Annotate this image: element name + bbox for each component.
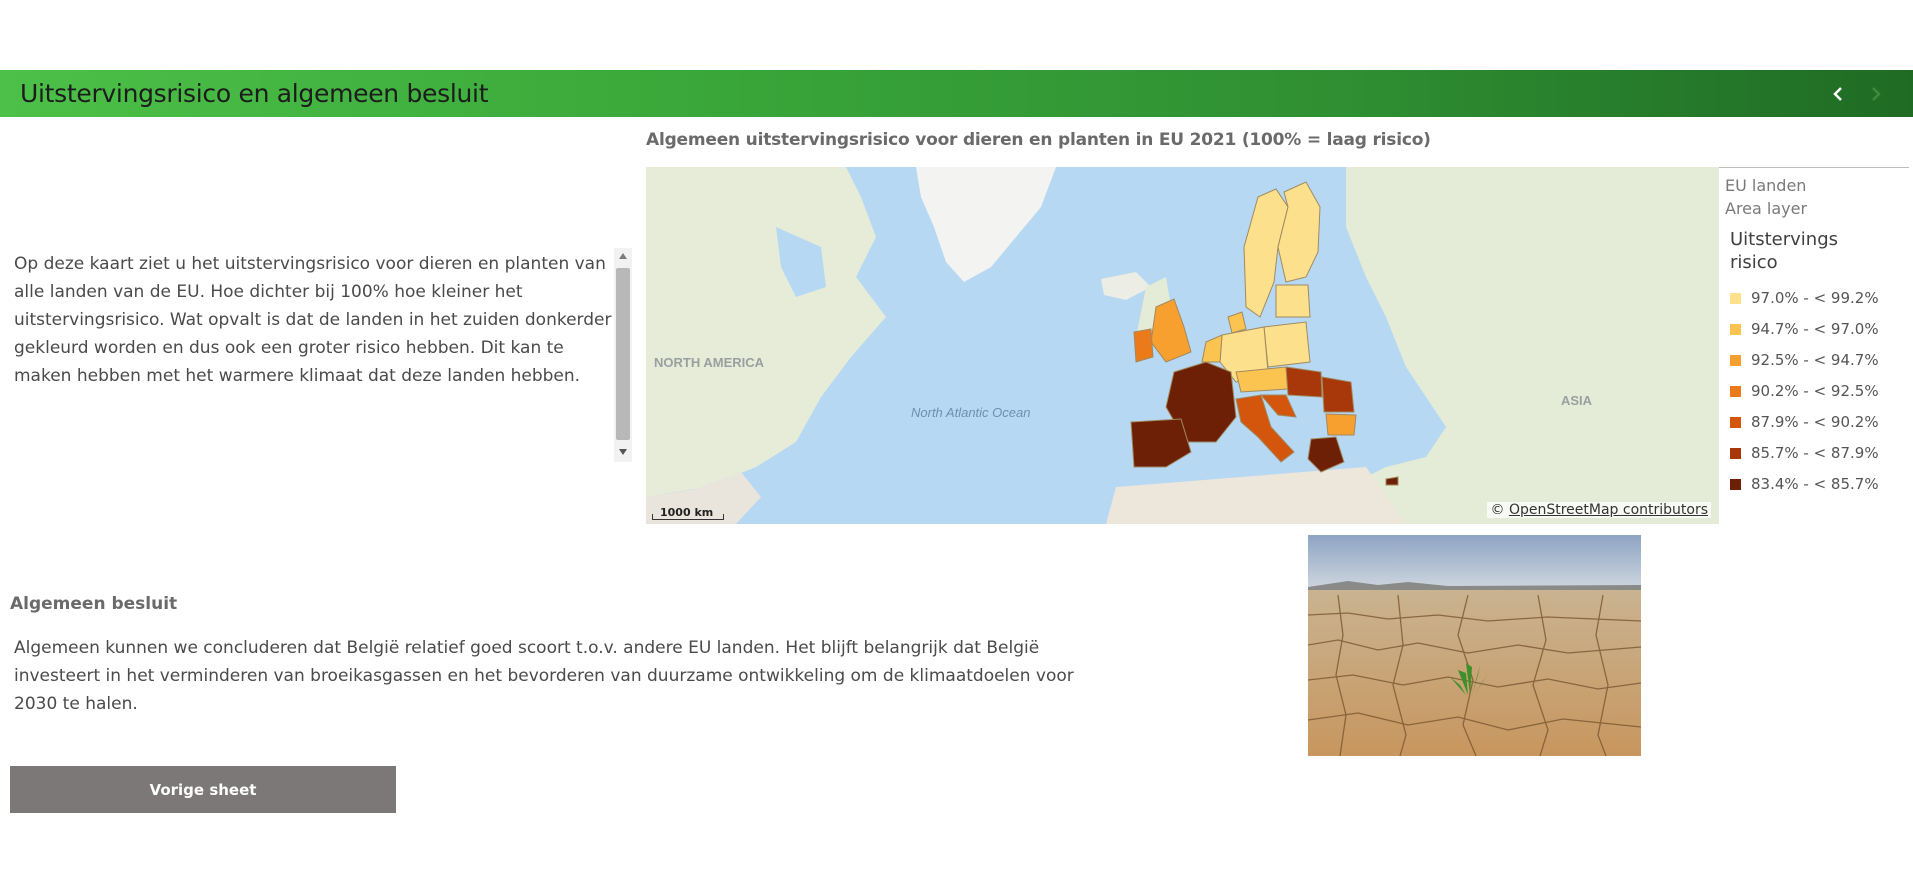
legend-label: 94.7% - < 97.0% [1751, 320, 1879, 338]
intro-paragraph: Op deze kaart ziet u het uitstervingsris… [14, 254, 612, 386]
legend-item[interactable]: 85.7% - < 87.9% [1730, 444, 1879, 462]
legend-layer-type: Area layer [1725, 199, 1808, 218]
legend-swatch [1730, 478, 1741, 490]
map-label-asia: ASIA [1561, 393, 1593, 408]
legend-label: 97.0% - < 99.2% [1751, 289, 1879, 307]
legend-item[interactable]: 94.7% - < 97.0% [1730, 320, 1879, 338]
conclusion-paragraph: Algemeen kunnen we concluderen dat Belgi… [14, 638, 1074, 714]
legend-label: 90.2% - < 92.5% [1751, 382, 1879, 400]
legend-swatch [1730, 447, 1741, 459]
country-romania [1321, 376, 1355, 413]
legend-label: 92.5% - < 94.7% [1751, 351, 1879, 369]
legend-swatch [1730, 385, 1741, 397]
sheet-title: Uitstervingsrisico en algemeen besluit [20, 79, 489, 108]
map-legend: EU landen Area layer Uitstervingsrisico … [1719, 167, 1909, 524]
chevron-right-icon [1872, 87, 1881, 101]
legend-divider [1719, 167, 1909, 168]
legend-label: 83.4% - < 85.7% [1751, 475, 1879, 493]
country-estonia-latvia-lithuania [1275, 284, 1311, 318]
country-ireland [1133, 328, 1154, 363]
legend-item[interactable]: 90.2% - < 92.5% [1730, 382, 1879, 400]
chevron-left-icon [1833, 87, 1842, 101]
scroll-down-arrow-icon[interactable] [618, 448, 628, 456]
eurasia-landmass [1346, 167, 1719, 524]
legend-swatch [1730, 416, 1741, 428]
legend-swatch [1730, 354, 1741, 366]
conclusion-heading: Algemeen besluit [10, 594, 178, 614]
scrollbar-thumb[interactable] [616, 268, 630, 440]
dry-earth-plant-image [1308, 535, 1641, 756]
previous-sheet-button[interactable]: Vorige sheet [10, 766, 396, 813]
country-czech-austria [1235, 366, 1289, 393]
map-scale-bar: 1000 km [652, 506, 724, 520]
map-label-north-america: NORTH AMERICA [654, 355, 765, 370]
map-label-ocean: North Atlantic Ocean [911, 405, 1030, 420]
map-canvas[interactable]: NORTH AMERICA North Atlantic Ocean ASIA [646, 167, 1719, 524]
legend-item[interactable]: 83.4% - < 85.7% [1730, 475, 1879, 493]
legend-heading: Uitstervingsrisico [1730, 229, 1839, 273]
dry-earth-illustration [1308, 535, 1641, 756]
country-slovakia-hungary [1285, 366, 1323, 398]
legend-item[interactable]: 87.9% - < 90.2% [1730, 413, 1879, 431]
map-title: Algemeen uitstervingsrisico voor dieren … [646, 130, 1431, 150]
map-attribution: © OpenStreetMap contributors [1487, 502, 1711, 518]
openstreetmap-link[interactable]: OpenStreetMap contributors [1509, 502, 1708, 518]
legend-label: 87.9% - < 90.2% [1751, 413, 1879, 431]
country-bulgaria [1325, 413, 1357, 436]
scroll-up-arrow-icon[interactable] [618, 252, 628, 260]
intro-scrollbar[interactable] [614, 248, 632, 462]
legend-swatch [1730, 292, 1741, 304]
country-poland [1263, 321, 1311, 368]
legend-swatch [1730, 323, 1741, 335]
legend-item[interactable]: 92.5% - < 94.7% [1730, 351, 1879, 369]
next-sheet-nav-button[interactable] [1862, 82, 1890, 106]
legend-label: 85.7% - < 87.9% [1751, 444, 1879, 462]
copyright-symbol: © [1490, 502, 1505, 518]
country-cyprus [1385, 476, 1399, 486]
legend-layer-name: EU landen [1725, 176, 1807, 195]
eu-extinction-risk-map[interactable]: NORTH AMERICA North Atlantic Ocean ASIA … [646, 167, 1719, 524]
previous-sheet-nav-button[interactable] [1824, 82, 1852, 106]
legend-item[interactable]: 97.0% - < 99.2% [1730, 289, 1879, 307]
scale-line [652, 514, 724, 520]
